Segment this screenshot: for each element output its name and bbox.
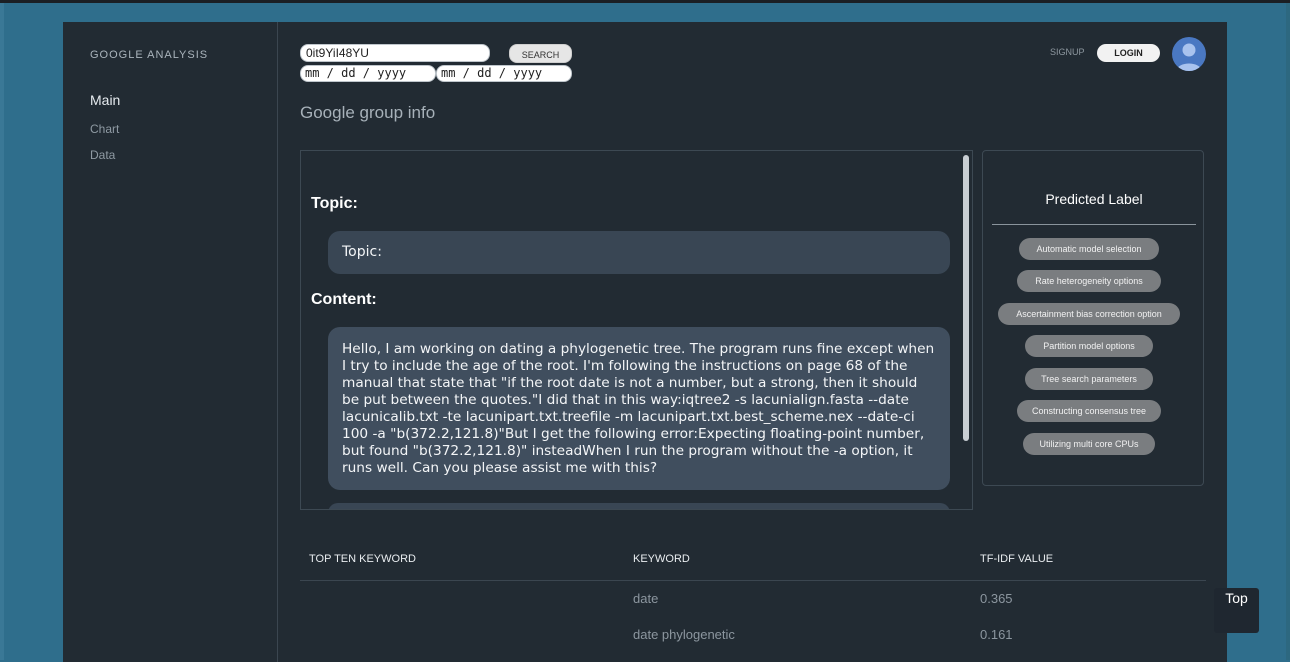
window-top-edge [0, 0, 1290, 3]
background-strip-left [0, 3, 4, 660]
label-pill: Utilizing multi core CPUs [1023, 433, 1155, 455]
sidebar: GOOGLE ANALYSIS Main Chart Data [63, 22, 278, 662]
predicted-label-title: Predicted Label [1045, 191, 1143, 207]
scrollbar-thumb[interactable] [963, 155, 969, 441]
tfidf-cell: 0.161 [980, 627, 1013, 642]
table-header-divider [300, 580, 1206, 581]
content-heading: Content: [311, 291, 377, 308]
user-icon [1176, 43, 1202, 71]
search-input[interactable]: 0it9YiI48YU [300, 44, 490, 62]
post-panel[interactable]: Topic: Topic: Content: Hello, I am worki… [300, 150, 973, 510]
back-to-top-button[interactable]: Top [1214, 588, 1259, 633]
tfidf-cell: 0.365 [980, 591, 1013, 606]
login-button[interactable]: LOGIN [1097, 44, 1160, 62]
sidebar-item-chart[interactable]: Chart [90, 122, 119, 136]
column-header-top-ten: TOP TEN KEYWORD [309, 553, 416, 565]
sidebar-item-main[interactable]: Main [90, 92, 120, 108]
label-pill: Ascertainment bias correction option [998, 303, 1180, 325]
label-pill: Tree search parameters [1025, 368, 1153, 390]
app-container: GOOGLE ANALYSIS Main Chart Data 0it9YiI4… [63, 22, 1227, 662]
column-header-keyword: KEYWORD [633, 553, 690, 565]
topic-bubble: Topic: [328, 231, 950, 274]
column-header-tfidf: TF-IDF VALUE [980, 553, 1054, 565]
page-title: Google group info [300, 103, 436, 122]
signup-link[interactable]: SIGNUP [1050, 47, 1085, 57]
sidebar-item-data[interactable]: Data [90, 148, 115, 162]
avatar[interactable] [1172, 37, 1206, 71]
date-from-input[interactable]: mm / dd / yyyy [300, 65, 436, 82]
post-scrollbar[interactable] [962, 153, 970, 505]
label-pill: Constructing consensus tree [1017, 400, 1161, 422]
topic-heading: Topic: [311, 195, 358, 212]
search-button[interactable]: SEARCH [509, 44, 572, 63]
label-pill: Partition model options [1025, 335, 1153, 357]
date-to-input[interactable]: mm / dd / yyyy [436, 65, 572, 82]
keyword-cell: date phylogenetic [633, 627, 735, 642]
keyword-cell: date [633, 591, 659, 606]
content-bubble: Hello, I am working on dating a phylogen… [328, 327, 950, 490]
next-post-bubble [328, 503, 950, 509]
label-pill: Automatic model selection [1019, 238, 1159, 260]
predicted-divider [992, 224, 1196, 225]
background-strip-right [1286, 3, 1290, 660]
predicted-label-panel: Predicted Label Automatic model selectio… [982, 150, 1204, 486]
label-pill: Rate heterogeneity options [1017, 270, 1161, 292]
brand-title: GOOGLE ANALYSIS [90, 49, 209, 61]
